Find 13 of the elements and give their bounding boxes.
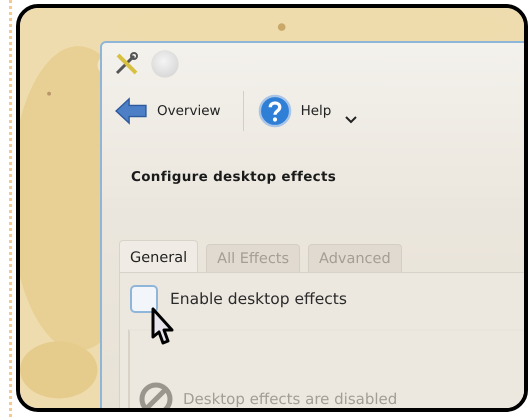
help-icon bbox=[258, 94, 292, 128]
disabled-icon bbox=[138, 381, 174, 408]
status-text: Desktop effects are disabled bbox=[183, 390, 398, 408]
tab[interactable]: General bbox=[119, 240, 198, 272]
caret-icon[interactable] bbox=[345, 116, 358, 124]
toolbar-button[interactable]: Overview bbox=[114, 97, 221, 125]
tools-icon bbox=[114, 52, 140, 76]
back-arrow-icon bbox=[114, 97, 148, 125]
checkbox[interactable] bbox=[130, 285, 158, 313]
checkbox-label[interactable]: Enable desktop effects bbox=[170, 290, 347, 308]
pointer-cursor-icon bbox=[149, 307, 175, 347]
toolbar-button[interactable]: Help bbox=[258, 94, 332, 128]
page-heading: Configure desktop effects bbox=[131, 169, 338, 185]
